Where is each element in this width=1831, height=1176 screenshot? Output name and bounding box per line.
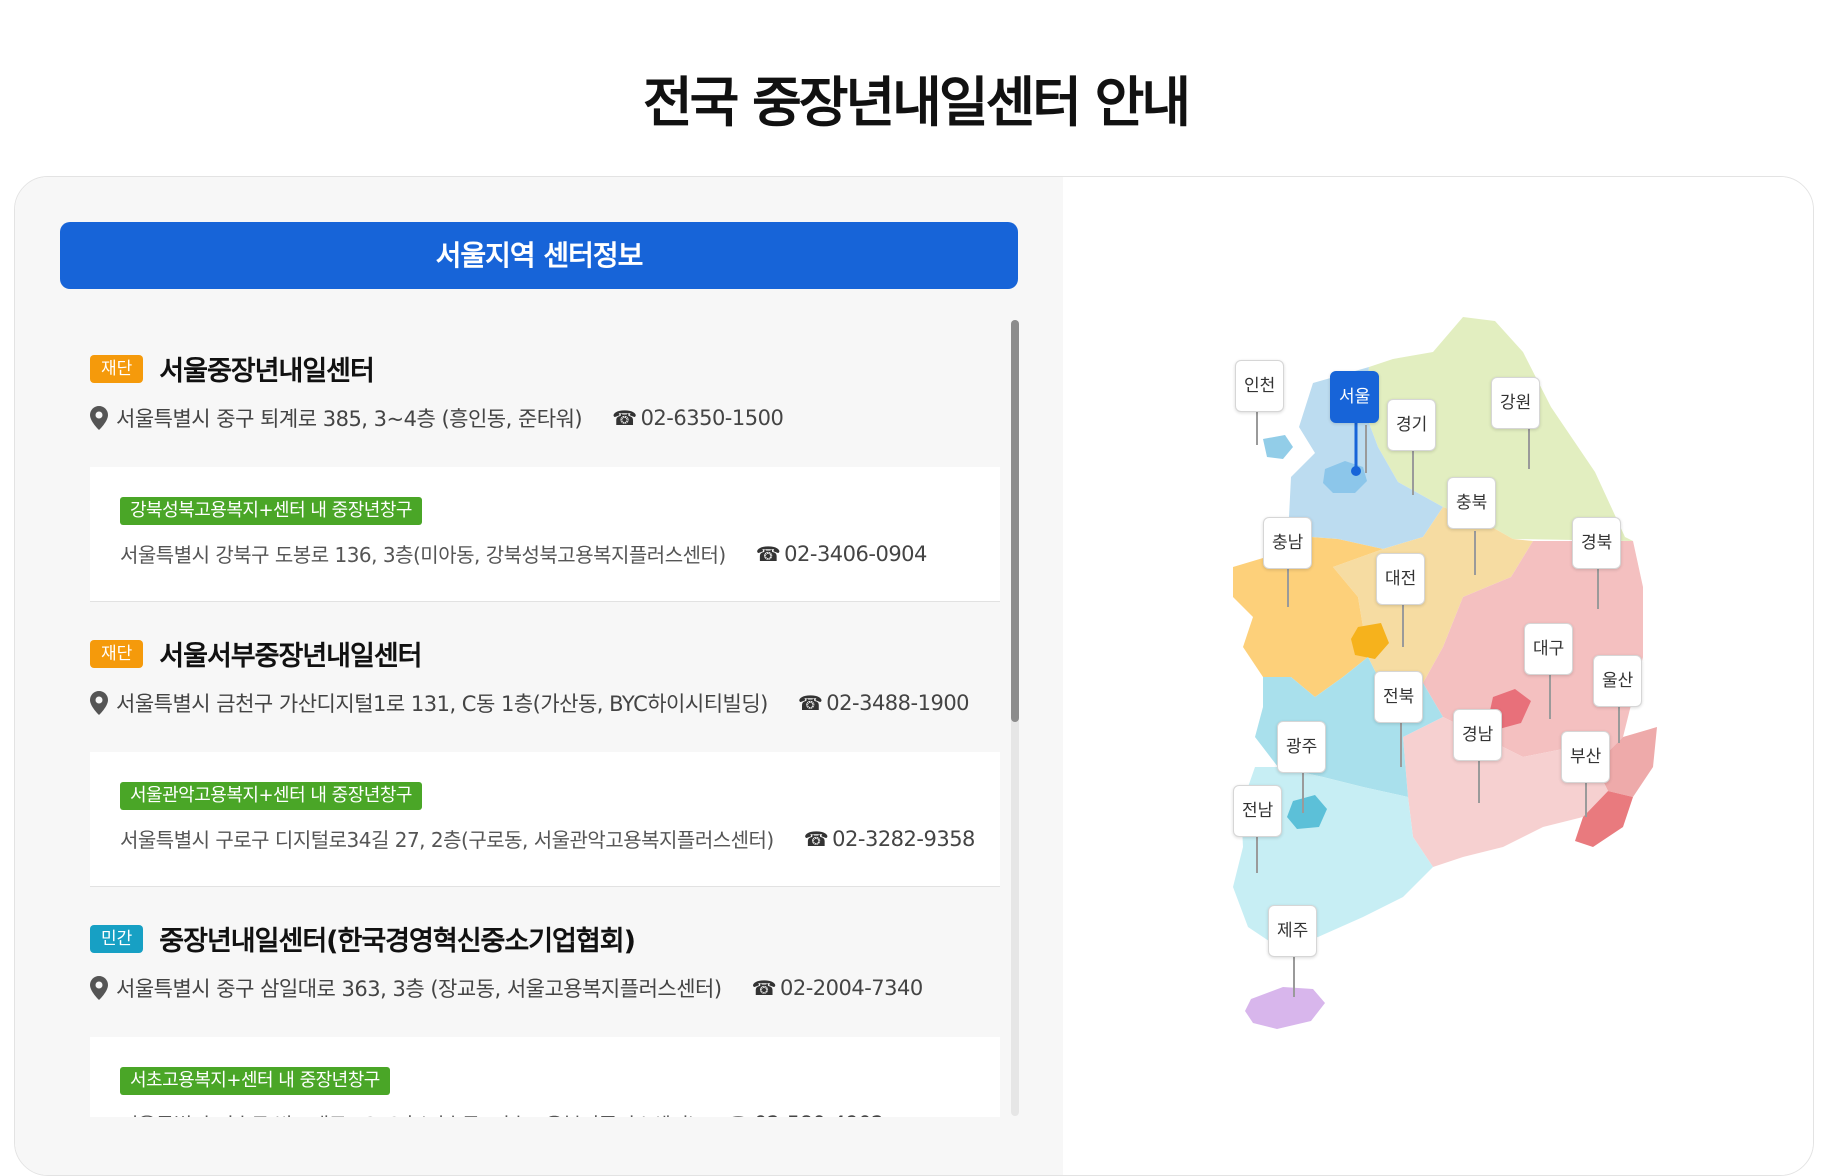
map-label-gangwon[interactable]: 강원	[1491, 377, 1541, 429]
map-label-chungnam[interactable]: 충남	[1263, 517, 1313, 569]
center-name: 서울서부중장년내일센터	[159, 641, 422, 672]
page-title: 전국 중장년내일센터 안내	[642, 71, 1191, 134]
phone-icon: ☎	[755, 541, 781, 566]
sub-center-info: 서울특별시 구로구 디지털로34길 27, 2층(구로동, 서울관악고용복지플러…	[120, 824, 975, 853]
korea-map-graphic	[1233, 317, 1657, 1029]
sub-center-info: 서울특별시 서초구 반포대로 43, 2층(서초동, 서초고용복지플러스센터) …	[120, 1109, 885, 1118]
center-heading: 민간 중장년내일센터(한국경영혁신중소기업협회)	[90, 919, 636, 958]
center-list-section: 서울지역 센터정보 재단 서울중장년내일센터 서울특별시 중구 퇴계로 385,…	[15, 177, 1063, 1175]
center-info: 서울특별시 금천구 가산디지털1로 131, C동 1층(가산동, BYC하이시…	[90, 688, 970, 718]
sub-center-card: 서초고용복지+센터 내 중장년창구 서울특별시 서초구 반포대로 43, 2층(…	[90, 1037, 1000, 1117]
map-label-jeju[interactable]: 제주	[1268, 905, 1318, 957]
phone-icon: ☎	[751, 976, 777, 1000]
center-name: 서울중장년내일센터	[159, 356, 375, 387]
center-list[interactable]: 재단 서울중장년내일센터 서울특별시 중구 퇴계로 385, 3~4층 (흥인동…	[75, 317, 1000, 1117]
map-label-gwangju[interactable]: 광주	[1277, 721, 1327, 773]
sub-center-info: 서울특별시 강북구 도봉로 136, 3층(미아동, 강북성북고용복지플러스센터…	[120, 539, 927, 568]
map-label-jeonnam[interactable]: 전남	[1233, 785, 1283, 837]
center-heading: 재단 서울서부중장년내일센터	[90, 634, 423, 673]
korea-map: 인천 서울 경기 강원 충북 충남 대전 경북 대구 울산 전북 광주 경남 부…	[1063, 177, 1813, 1175]
sub-center-card: 강북성북고용복지+센터 내 중장년창구 서울특별시 강북구 도봉로 136, 3…	[90, 467, 1000, 602]
phone-icon: ☎	[803, 826, 829, 851]
center-item: 민간 중장년내일센터(한국경영혁신중소기업협회) 서울특별시 중구 삼일대로 3…	[75, 887, 1000, 1117]
phone-number: 02-3406-0904	[784, 541, 927, 566]
phone-icon: ☎	[612, 406, 637, 430]
center-phone[interactable]: ☎ 02-6350-1500	[612, 406, 784, 430]
map-label-gyeongbuk[interactable]: 경북	[1572, 517, 1622, 569]
phone-number: 02-2004-7340	[779, 976, 923, 1000]
phone-number: 02-6350-1500	[640, 406, 784, 430]
map-label-daegu[interactable]: 대구	[1524, 623, 1574, 675]
map-label-chungbuk[interactable]: 충북	[1447, 477, 1497, 529]
center-address: 서울특별시 금천구 가산디지털1로 131, C동 1층(가산동, BYC하이시…	[116, 692, 768, 716]
sub-center-phone[interactable]: ☎ 02-3282-9358	[803, 826, 976, 851]
center-type-badge: 민간	[90, 924, 144, 953]
center-phone[interactable]: ☎ 02-2004-7340	[751, 976, 924, 1000]
seoul-marker	[1351, 466, 1361, 476]
map-label-ulsan[interactable]: 울산	[1593, 655, 1643, 707]
center-info: 서울특별시 중구 퇴계로 385, 3~4층 (흥인동, 준타워) ☎ 02-6…	[90, 403, 784, 433]
sub-center-phone[interactable]: ☎ 02-3406-0904	[755, 541, 928, 566]
sub-center-address: 서울특별시 구로구 디지털로34길 27, 2층(구로동, 서울관악고용복지플러…	[120, 828, 774, 852]
map-label-busan[interactable]: 부산	[1561, 731, 1611, 783]
region-jeju-shape[interactable]	[1245, 987, 1325, 1029]
location-pin-icon	[90, 976, 108, 1000]
center-name: 중장년내일센터(한국경영혁신중소기업협회)	[159, 926, 636, 957]
center-type-badge: 재단	[90, 639, 144, 668]
map-label-seoul[interactable]: 서울	[1330, 371, 1380, 423]
region-incheon-shape[interactable]	[1263, 435, 1293, 459]
sub-center-tag: 서초고용복지+센터 내 중장년창구	[120, 1067, 390, 1095]
center-type-badge: 재단	[90, 354, 144, 383]
map-label-gyeonggi[interactable]: 경기	[1387, 399, 1437, 451]
region-header: 서울지역 센터정보	[60, 222, 1018, 289]
phone-icon: ☎	[797, 691, 823, 715]
phone-number: 02-3282-9358	[832, 826, 975, 851]
center-address: 서울특별시 중구 퇴계로 385, 3~4층 (흥인동, 준타워)	[116, 407, 583, 431]
center-phone[interactable]: ☎ 02-3488-1900	[797, 691, 970, 715]
map-label-gyeongnam[interactable]: 경남	[1453, 709, 1503, 761]
center-info-panel: 서울지역 센터정보 재단 서울중장년내일센터 서울특별시 중구 퇴계로 385,…	[14, 176, 1814, 1176]
map-label-incheon[interactable]: 인천	[1235, 360, 1285, 412]
sub-center-tag: 서울관악고용복지+센터 내 중장년창구	[120, 782, 422, 810]
sub-center-address: 서울특별시 강북구 도봉로 136, 3층(미아동, 강북성북고용복지플러스센터…	[120, 543, 726, 567]
sub-center-card: 서울관악고용복지+센터 내 중장년창구 서울특별시 구로구 디지털로34길 27…	[90, 752, 1000, 887]
center-item: 재단 서울중장년내일센터 서울특별시 중구 퇴계로 385, 3~4층 (흥인동…	[75, 317, 1000, 602]
map-label-daejeon[interactable]: 대전	[1376, 553, 1426, 605]
center-address: 서울특별시 중구 삼일대로 363, 3층 (장교동, 서울고용복지플러스센터)	[116, 977, 722, 1001]
location-pin-icon	[90, 406, 108, 430]
center-item: 재단 서울서부중장년내일센터 서울특별시 금천구 가산디지털1로 131, C동…	[75, 602, 1000, 887]
phone-icon: ☎	[726, 1112, 751, 1118]
center-info: 서울특별시 중구 삼일대로 363, 3층 (장교동, 서울고용복지플러스센터)…	[90, 973, 923, 1003]
sub-center-address: 서울특별시 서초구 반포대로 43, 2층(서초동, 서초고용복지플러스센터)	[120, 1109, 696, 1117]
sub-center-phone[interactable]: ☎ 02-580-4902	[726, 1112, 885, 1118]
center-heading: 재단 서울중장년내일센터	[90, 349, 375, 388]
list-scrollbar[interactable]	[1011, 320, 1019, 1116]
phone-number: 02-3488-1900	[826, 691, 970, 715]
phone-number: 02-580-4902	[754, 1112, 884, 1118]
scrollbar-thumb[interactable]	[1011, 320, 1019, 722]
map-label-jeonbuk[interactable]: 전북	[1374, 671, 1424, 723]
sub-center-tag: 강북성북고용복지+센터 내 중장년창구	[120, 497, 422, 525]
location-pin-icon	[90, 691, 108, 715]
